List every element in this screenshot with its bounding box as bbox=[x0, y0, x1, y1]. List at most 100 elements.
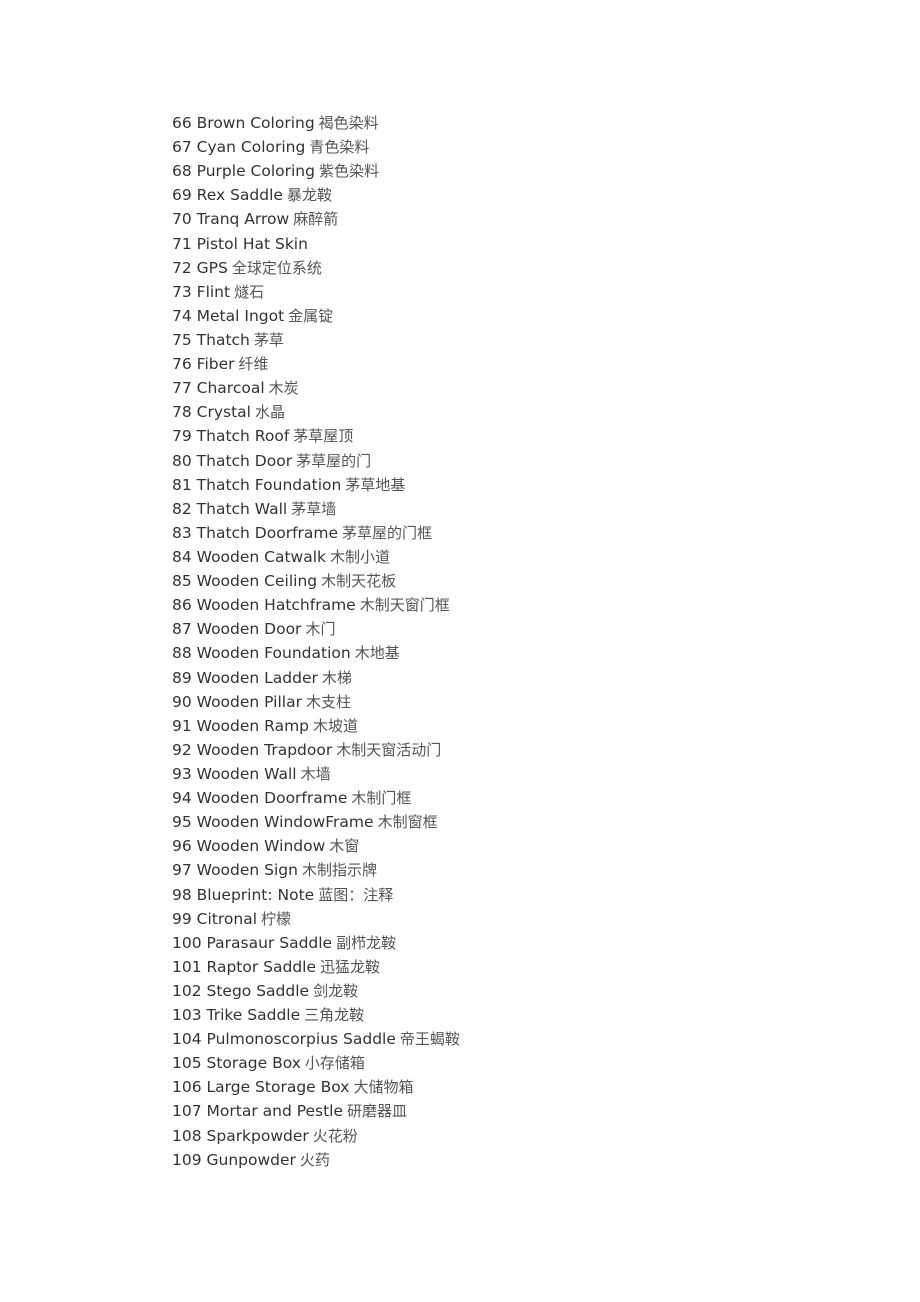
item-chinese-name: 小存储箱 bbox=[304, 1054, 365, 1073]
item-english-name: 93 Wooden Wall bbox=[172, 764, 297, 783]
item-english-name: 75 Thatch bbox=[172, 330, 250, 349]
item-chinese-name: 木制指示牌 bbox=[301, 861, 377, 880]
list-item: 103 Trike Saddle 三角龙鞍 bbox=[172, 1003, 460, 1027]
list-item: 107 Mortar and Pestle 研磨器皿 bbox=[172, 1099, 460, 1123]
item-chinese-name: 木门 bbox=[305, 620, 336, 639]
item-chinese-name: 三角龙鞍 bbox=[304, 1006, 365, 1025]
list-item: 94 Wooden Doorframe 木制门框 bbox=[172, 786, 460, 810]
list-item: 92 Wooden Trapdoor 木制天窗活动门 bbox=[172, 738, 460, 762]
item-english-name: 88 Wooden Foundation bbox=[172, 644, 351, 663]
list-item: 109 Gunpowder 火药 bbox=[172, 1148, 460, 1172]
item-english-name: 108 Sparkpowder bbox=[172, 1126, 309, 1145]
item-english-name: 69 Rex Saddle bbox=[172, 186, 283, 205]
item-chinese-name: 木地基 bbox=[354, 644, 400, 663]
list-item: 106 Large Storage Box 大储物箱 bbox=[172, 1075, 460, 1099]
item-english-name: 68 Purple Coloring bbox=[172, 162, 315, 181]
item-chinese-name: 火药 bbox=[299, 1150, 330, 1169]
item-chinese-name: 火花粉 bbox=[312, 1126, 358, 1145]
item-chinese-name: 木制天窗门框 bbox=[359, 596, 450, 615]
item-chinese-name: 茅草地基 bbox=[345, 475, 406, 494]
item-chinese-name: 燧石 bbox=[234, 282, 265, 301]
list-item: 78 Crystal 水晶 bbox=[172, 400, 460, 424]
item-chinese-name: 木坡道 bbox=[313, 716, 359, 735]
list-item: 76 Fiber 纤维 bbox=[172, 352, 460, 376]
item-chinese-name: 木墙 bbox=[300, 764, 331, 783]
item-english-name: 72 GPS bbox=[172, 258, 228, 277]
item-english-name: 73 Flint bbox=[172, 282, 231, 301]
item-english-name: 70 Tranq Arrow bbox=[172, 210, 290, 229]
list-item: 87 Wooden Door 木门 bbox=[172, 617, 460, 641]
list-item: 77 Charcoal 木炭 bbox=[172, 376, 460, 400]
item-chinese-name: 木支柱 bbox=[305, 692, 351, 711]
list-item: 80 Thatch Door 茅草屋的门 bbox=[172, 449, 460, 473]
list-item: 86 Wooden Hatchframe 木制天窗门框 bbox=[172, 593, 460, 617]
item-chinese-name: 茅草屋的门框 bbox=[342, 523, 433, 542]
list-item: 90 Wooden Pillar 木支柱 bbox=[172, 690, 460, 714]
list-item: 70 Tranq Arrow 麻醉箭 bbox=[172, 207, 460, 231]
item-chinese-name: 木炭 bbox=[268, 379, 299, 398]
list-item: 98 Blueprint: Note 蓝图：注释 bbox=[172, 883, 460, 907]
item-chinese-name: 暴龙鞍 bbox=[286, 186, 332, 205]
item-english-name: 103 Trike Saddle bbox=[172, 1006, 301, 1025]
list-item: 68 Purple Coloring 紫色染料 bbox=[172, 159, 460, 183]
item-chinese-name: 木制窗框 bbox=[377, 813, 438, 832]
item-chinese-name: 副栉龙鞍 bbox=[336, 933, 397, 952]
item-chinese-name: 青色染料 bbox=[309, 138, 370, 157]
item-english-name: 109 Gunpowder bbox=[172, 1150, 296, 1169]
item-english-name: 82 Thatch Wall bbox=[172, 499, 288, 518]
item-chinese-name: 木制天窗活动门 bbox=[336, 740, 442, 759]
item-chinese-name: 褐色染料 bbox=[318, 114, 379, 132]
item-english-name: 98 Blueprint: Note bbox=[172, 885, 315, 904]
item-chinese-name: 大储物箱 bbox=[353, 1078, 414, 1097]
item-english-name: 78 Crystal bbox=[172, 403, 251, 422]
item-english-name: 97 Wooden Sign bbox=[172, 861, 298, 880]
item-chinese-name: 木制天花板 bbox=[321, 572, 397, 591]
item-english-name: 89 Wooden Ladder bbox=[172, 668, 318, 687]
item-english-name: 79 Thatch Roof bbox=[172, 427, 290, 446]
list-item: 88 Wooden Foundation 木地基 bbox=[172, 641, 460, 665]
item-chinese-name: 茅草屋的门 bbox=[296, 451, 372, 470]
item-chinese-name: 木制门框 bbox=[351, 789, 412, 808]
item-chinese-name: 纤维 bbox=[238, 355, 269, 374]
list-item: 97 Wooden Sign 木制指示牌 bbox=[172, 858, 460, 882]
item-chinese-name: 木窗 bbox=[329, 837, 360, 856]
item-english-name: 92 Wooden Trapdoor bbox=[172, 740, 333, 759]
list-item: 108 Sparkpowder 火花粉 bbox=[172, 1124, 460, 1148]
item-chinese-name: 木梯 bbox=[321, 668, 352, 687]
list-item: 66 Brown Coloring 褐色染料 bbox=[172, 111, 460, 135]
list-item: 104 Pulmonoscorpius Saddle 帝王蝎鞍 bbox=[172, 1027, 460, 1051]
item-chinese-name: 剑龙鞍 bbox=[313, 981, 359, 1000]
list-item: 83 Thatch Doorframe 茅草屋的门框 bbox=[172, 521, 460, 545]
item-english-name: 87 Wooden Door bbox=[172, 620, 302, 639]
item-list: 66 Brown Coloring 褐色染料 67 Cyan Coloring 青色染… bbox=[172, 111, 460, 1172]
item-chinese-name: 金属锭 bbox=[288, 306, 334, 325]
item-chinese-name: 柠檬 bbox=[261, 909, 292, 928]
list-item: 73 Flint 燧石 bbox=[172, 280, 460, 304]
item-english-name: 83 Thatch Doorframe bbox=[172, 523, 339, 542]
list-item: 91 Wooden Ramp 木坡道 bbox=[172, 714, 460, 738]
list-item: 85 Wooden Ceiling 木制天花板 bbox=[172, 569, 460, 593]
list-item: 96 Wooden Window 木窗 bbox=[172, 834, 460, 858]
list-item: 74 Metal Ingot 金属锭 bbox=[172, 304, 460, 328]
item-english-name: 71 Pistol Hat Skin bbox=[172, 234, 308, 253]
item-english-name: 94 Wooden Doorframe bbox=[172, 789, 348, 808]
item-english-name: 76 Fiber bbox=[172, 355, 235, 374]
item-english-name: 100 Parasaur Saddle bbox=[172, 933, 333, 952]
item-chinese-name: 水晶 bbox=[254, 403, 285, 422]
item-chinese-name: 茅草 bbox=[253, 330, 284, 349]
item-english-name: 85 Wooden Ceiling bbox=[172, 572, 318, 591]
item-english-name: 95 Wooden WindowFrame bbox=[172, 813, 374, 832]
item-english-name: 84 Wooden Catwalk bbox=[172, 547, 327, 566]
item-english-name: 91 Wooden Ramp bbox=[172, 716, 310, 735]
item-english-name: 86 Wooden Hatchframe bbox=[172, 596, 356, 615]
item-chinese-name: 蓝图：注释 bbox=[318, 885, 394, 904]
list-item: 69 Rex Saddle 暴龙鞍 bbox=[172, 183, 460, 207]
item-chinese-name: 麻醉箭 bbox=[293, 210, 339, 229]
list-item: 72 GPS 全球定位系统 bbox=[172, 256, 460, 280]
list-item: 95 Wooden WindowFrame 木制窗框 bbox=[172, 810, 460, 834]
item-english-name: 90 Wooden Pillar bbox=[172, 692, 302, 711]
item-chinese-name: 研磨器皿 bbox=[347, 1102, 408, 1121]
list-item: 81 Thatch Foundation 茅草地基 bbox=[172, 473, 460, 497]
item-chinese-name: 帝王蝎鞍 bbox=[399, 1030, 460, 1049]
item-english-name: 77 Charcoal bbox=[172, 379, 265, 398]
